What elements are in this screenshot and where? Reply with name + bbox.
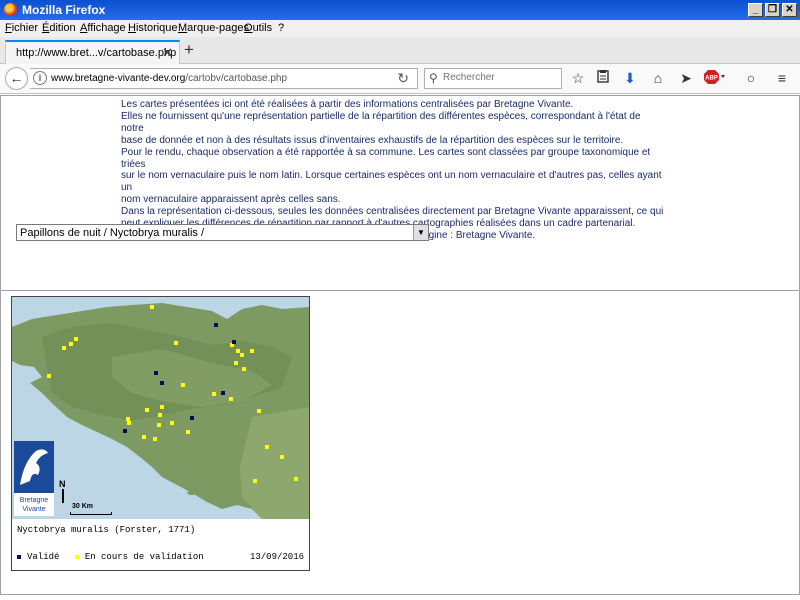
minimize-button[interactable]: _	[748, 3, 763, 17]
species-select-value: Papillons de nuit / Nyctobrya muralis /	[20, 227, 205, 239]
send-icon[interactable]: ➤	[677, 69, 695, 87]
pending-observation-marker	[174, 341, 178, 345]
pending-observation-marker	[250, 349, 254, 353]
search-icon: ⚲	[429, 71, 438, 85]
pending-observation-marker	[240, 353, 244, 357]
pending-observation-marker	[160, 405, 164, 409]
firefox-icon	[4, 3, 17, 16]
bookmark-star-icon[interactable]: ☆	[569, 69, 587, 87]
home-icon[interactable]: ⌂	[649, 69, 667, 87]
legend-validated: Validé	[27, 552, 60, 562]
window-title: Mozilla Firefox	[22, 3, 106, 17]
chat-icon[interactable]: ○	[742, 69, 760, 87]
observation-points	[47, 305, 298, 483]
validated-observation-marker	[160, 381, 164, 385]
chevron-down-icon[interactable]: ▼	[413, 225, 428, 240]
intro-line: Dans la représentation ci-dessous, seule…	[121, 206, 664, 218]
bottom-frame: Bretagne Vivante N 30 Km Nyctobrya mural…	[0, 290, 800, 595]
pending-observation-marker	[145, 408, 149, 412]
validated-observation-marker	[221, 391, 225, 395]
menu-affichage[interactable]: Affichage	[80, 22, 126, 34]
search-input[interactable]	[443, 72, 558, 83]
pending-observation-marker	[212, 392, 216, 396]
intro-text: Les cartes présentées ici ont été réalis…	[121, 99, 666, 242]
pending-observation-marker	[62, 346, 66, 350]
species-name: Nyctobrya muralis (Forster, 1771)	[17, 525, 196, 535]
menu-fichier[interactable]: Fichier	[5, 22, 38, 34]
adblock-label: ABP	[705, 76, 718, 82]
new-tab-button[interactable]: +	[184, 40, 194, 60]
pending-observation-marker	[242, 367, 246, 371]
pending-observation-marker	[74, 337, 78, 341]
nav-bar: ← i www.bretagne-vivante-dev.org/cartobv…	[0, 64, 800, 94]
intro-line: nom vernaculaire apparaissent après cell…	[121, 194, 341, 206]
pending-observation-marker	[127, 421, 131, 425]
pending-observation-marker	[229, 397, 233, 401]
pending-observation-marker	[142, 435, 146, 439]
info-icon[interactable]: i	[33, 71, 47, 85]
intro-line: sur le nom vernaculaire puis le nom lati…	[121, 170, 662, 194]
tab-cartobase[interactable]: http://www.bret...v/cartobase.php ✕	[5, 40, 180, 65]
intro-line: Les cartes présentées ici ont été réalis…	[121, 99, 574, 110]
menu-marque-pages[interactable]: Marque-pages	[178, 22, 249, 34]
pending-observation-marker	[294, 477, 298, 481]
pending-observation-marker	[170, 421, 174, 425]
tab-strip: http://www.bret...v/cartobase.php ✕ +	[0, 37, 800, 65]
pending-observation-marker	[234, 361, 238, 365]
url-domain: www.bretagne-vivante-dev.org	[51, 73, 186, 84]
map-date: 13/09/2016	[249, 552, 304, 562]
page-content: Les cartes présentées ici ont été réalis…	[0, 95, 800, 600]
intro-line: base de donnée et non à des résultats is…	[121, 134, 624, 146]
validated-observation-marker	[232, 340, 236, 344]
pending-observation-marker	[236, 349, 240, 353]
maximize-button[interactable]: ❐	[765, 3, 780, 17]
pending-observation-marker	[257, 409, 261, 413]
url-path: /cartobv/cartobase.php	[185, 73, 288, 84]
menu-hamburger-icon[interactable]: ≡	[773, 69, 791, 87]
back-button[interactable]: ←	[5, 67, 28, 90]
url-bar[interactable]: i www.bretagne-vivante-dev.org/cartobv/c…	[30, 68, 418, 89]
menu-bar: Fichier Édition Affichage Historique Mar…	[0, 20, 800, 37]
legend-pending: En cours de validation	[84, 552, 204, 562]
pending-observation-marker	[69, 342, 73, 346]
menu-help[interactable]: ?	[278, 22, 284, 34]
adblock-icon[interactable]: ABP	[704, 69, 725, 87]
intro-line: Pour le rendu, chaque observation a été …	[121, 146, 651, 170]
intro-line: Elles ne fournissent qu'une représentati…	[121, 110, 641, 134]
pending-square-icon	[74, 554, 79, 559]
top-frame: Les cartes présentées ici ont été réalis…	[0, 95, 800, 291]
url-text: www.bretagne-vivante-dev.org/cartobv/car…	[51, 73, 287, 84]
menu-edition[interactable]: Édition	[42, 22, 76, 34]
pending-observation-marker	[150, 305, 154, 309]
map-legend: Validé En cours de validation 13/09/2016	[17, 552, 304, 562]
menu-outils[interactable]: Outils	[244, 22, 272, 34]
pending-observation-marker	[280, 455, 284, 459]
species-select[interactable]: Papillons de nuit / Nyctobrya muralis / …	[16, 224, 429, 241]
validated-observation-marker	[123, 429, 127, 433]
window-titlebar: Mozilla Firefox _ ❐ ✕	[0, 0, 800, 20]
pending-observation-marker	[265, 445, 269, 449]
close-tab-icon[interactable]: ✕	[162, 45, 173, 61]
tab-label: http://www.bret...v/cartobase.php	[16, 47, 177, 59]
validated-observation-marker	[154, 371, 158, 375]
pending-observation-marker	[158, 413, 162, 417]
pending-observation-marker	[181, 383, 185, 387]
pending-observation-marker	[126, 417, 130, 421]
download-icon[interactable]: ⬇	[621, 69, 639, 87]
validated-observation-marker	[190, 416, 194, 420]
close-window-button[interactable]: ✕	[782, 3, 797, 17]
pending-observation-marker	[47, 374, 51, 378]
pending-observation-marker	[157, 423, 161, 427]
pending-observation-marker	[253, 479, 257, 483]
validated-observation-marker	[214, 323, 218, 327]
reading-list-icon[interactable]	[594, 69, 612, 87]
distribution-map: Bretagne Vivante N 30 Km Nyctobrya mural…	[11, 296, 310, 571]
menu-historique[interactable]: Historique	[128, 22, 178, 34]
validated-square-icon	[17, 554, 21, 559]
reload-icon[interactable]: ↻	[397, 70, 409, 87]
search-box[interactable]: ⚲	[424, 68, 562, 89]
pending-observation-marker	[186, 430, 190, 434]
pending-observation-marker	[153, 437, 157, 441]
